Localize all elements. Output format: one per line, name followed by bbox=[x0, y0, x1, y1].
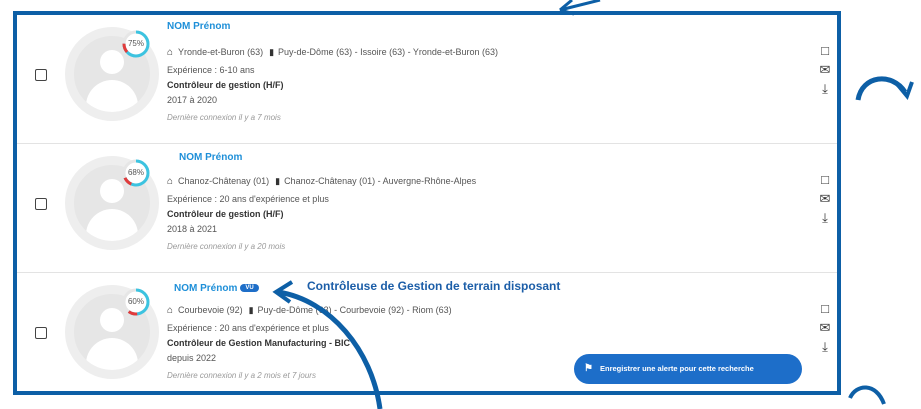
last-login: Dernière connexion il y a 7 mois bbox=[167, 113, 281, 122]
last-login: Dernière connexion il y a 20 mois bbox=[167, 242, 286, 251]
seen-badge: VU bbox=[240, 284, 259, 293]
download-icon[interactable]: ⤓ bbox=[817, 339, 833, 358]
briefcase-icon: ▮ bbox=[269, 47, 275, 57]
envelope-icon[interactable]: ✉ bbox=[817, 62, 833, 81]
mobility: Puy-de-Dôme (63) - Courbevoie (92) - Rio… bbox=[257, 305, 452, 315]
location: Yronde-et-Buron (63) bbox=[178, 47, 264, 57]
location-line: ⌂ Chanoz-Châtenay (01) ▮ Chanoz-Châtenay (0… bbox=[167, 176, 476, 187]
results-list-frame: 75% NOM Prénom ⌂ Yronde-et-Buron (63) ▮ Puy… bbox=[13, 11, 841, 395]
match-score: 68% bbox=[121, 158, 151, 188]
message-icon[interactable]: □ bbox=[817, 43, 833, 62]
candidate-row: 68% NOM Prénom ⌂ Chanoz-Châtenay (01) ▮ Cha… bbox=[17, 144, 837, 273]
location: Courbevoie (92) bbox=[178, 305, 243, 315]
score-label: 68% bbox=[127, 168, 144, 177]
download-icon[interactable]: ⤓ bbox=[817, 81, 833, 100]
candidate-name[interactable]: NOM Prénom VU bbox=[174, 283, 259, 294]
match-score: 60% bbox=[121, 287, 151, 317]
save-alert-label: Enregistrer une alerte pour cette recher… bbox=[600, 364, 754, 373]
location: Chanoz-Châtenay (01) bbox=[178, 176, 270, 186]
redaction-patch bbox=[271, 165, 331, 177]
job-title: Contrôleur de gestion (H/F) bbox=[167, 209, 284, 219]
briefcase-icon: ▮ bbox=[248, 305, 254, 315]
select-checkbox[interactable] bbox=[35, 327, 47, 339]
home-icon: ⌂ bbox=[167, 305, 174, 316]
location-line: ⌂ Courbevoie (92) ▮ Puy-de-Dôme (63) - Cour… bbox=[167, 305, 452, 316]
candidate-name[interactable]: NOM Prénom bbox=[167, 21, 230, 32]
bell-icon: ⚑ bbox=[584, 363, 593, 374]
download-icon[interactable]: ⤓ bbox=[817, 210, 833, 229]
job-title: Contrôleur de Gestion Manufacturing - BI… bbox=[167, 338, 351, 348]
score-label: 75% bbox=[127, 39, 144, 48]
candidate-row: 75% NOM Prénom ⌂ Yronde-et-Buron (63) ▮ Puy… bbox=[17, 15, 837, 144]
experience: Expérience : 20 ans d'expérience et plus bbox=[167, 323, 329, 333]
row-actions: □ ✉ ⤓ bbox=[817, 43, 833, 100]
annotation-caption: Contrôleuse de Gestion de terrain dispos… bbox=[307, 279, 561, 293]
message-icon[interactable]: □ bbox=[817, 301, 833, 320]
save-alert-button[interactable]: ⚑ Enregistrer une alerte pour cette rech… bbox=[574, 354, 802, 384]
home-icon: ⌂ bbox=[167, 176, 174, 187]
home-icon: ⌂ bbox=[167, 47, 174, 58]
candidate-name[interactable]: NOM Prénom bbox=[179, 152, 242, 163]
briefcase-icon: ▮ bbox=[275, 176, 281, 186]
envelope-icon[interactable]: ✉ bbox=[817, 320, 833, 339]
score-label: 60% bbox=[127, 297, 144, 306]
candidate-name-text: NOM Prénom bbox=[174, 283, 238, 294]
envelope-icon[interactable]: ✉ bbox=[817, 191, 833, 210]
arrow-right bbox=[855, 76, 908, 101]
job-dates: 2018 à 2021 bbox=[167, 224, 218, 234]
match-score: 75% bbox=[121, 29, 151, 59]
location-line: ⌂ Yronde-et-Buron (63) ▮ Puy-de-Dôme (63) -… bbox=[167, 47, 498, 58]
select-checkbox[interactable] bbox=[35, 69, 47, 81]
experience: Expérience : 20 ans d'expérience et plus bbox=[167, 194, 329, 204]
mobility: Puy-de-Dôme (63) - Issoire (63) - Yronde… bbox=[278, 47, 498, 57]
last-login: Dernière connexion il y a 2 mois et 7 jo… bbox=[167, 371, 316, 380]
arrow-top bbox=[559, 0, 601, 12]
select-checkbox[interactable] bbox=[35, 198, 47, 210]
job-title: Contrôleur de gestion (H/F) bbox=[167, 80, 284, 90]
job-dates: depuis 2022 bbox=[167, 353, 217, 363]
job-dates: 2017 à 2020 bbox=[167, 95, 218, 105]
message-icon[interactable]: □ bbox=[817, 172, 833, 191]
row-actions: □ ✉ ⤓ bbox=[817, 172, 833, 229]
mobility: Chanoz-Châtenay (01) - Auvergne-Rhône-Al… bbox=[284, 176, 477, 186]
experience: Expérience : 6-10 ans bbox=[167, 65, 255, 75]
arrow-bottom-right bbox=[848, 385, 886, 405]
row-actions: □ ✉ ⤓ bbox=[817, 301, 833, 358]
